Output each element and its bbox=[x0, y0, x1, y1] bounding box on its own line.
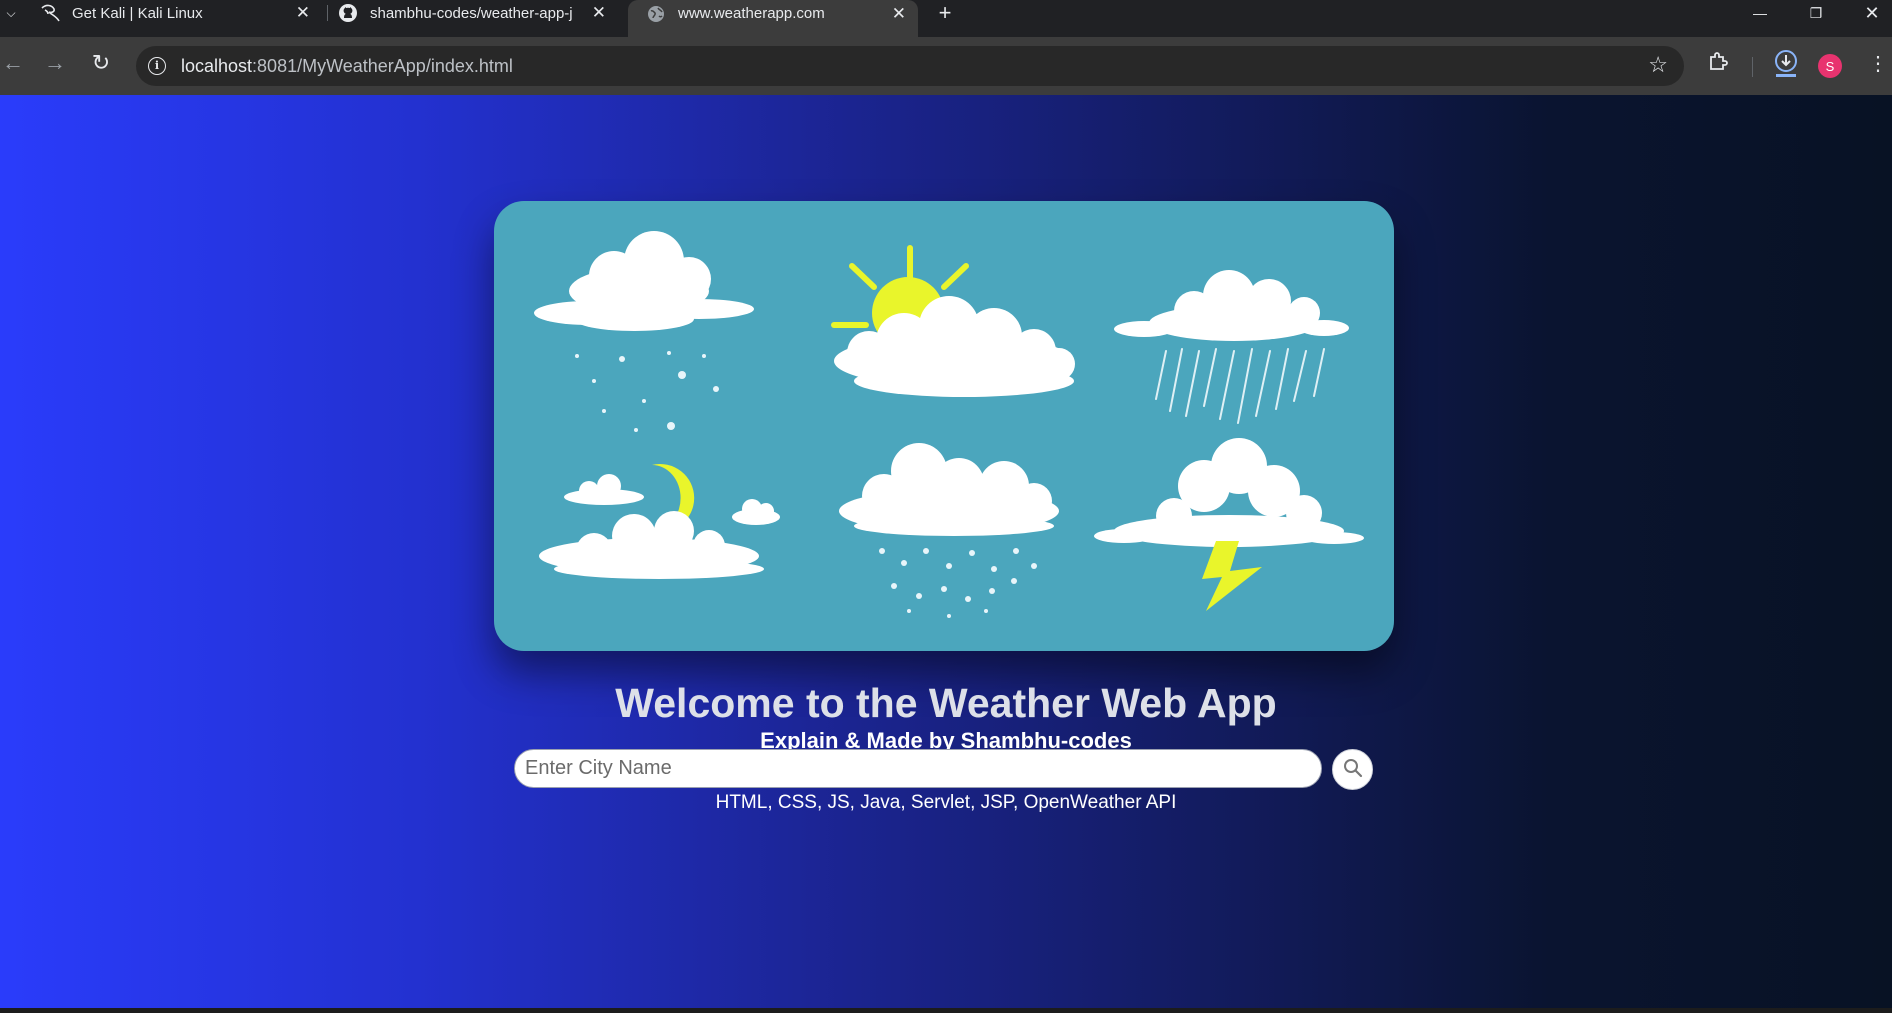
toolbar-divider bbox=[1752, 57, 1753, 77]
cloud-rain-icon bbox=[1114, 270, 1349, 424]
site-info-icon[interactable]: i bbox=[148, 57, 166, 75]
weather-hero-image bbox=[494, 201, 1394, 651]
close-icon[interactable]: ✕ bbox=[592, 3, 606, 23]
close-icon[interactable]: ✕ bbox=[296, 3, 310, 23]
close-icon[interactable]: ✕ bbox=[892, 4, 906, 24]
cloud-lightning-icon bbox=[1094, 438, 1364, 611]
tab-title: shambhu-codes/weather-app-j bbox=[370, 4, 573, 22]
bookmark-star-icon[interactable]: ☆ bbox=[1648, 52, 1668, 78]
window-close-icon[interactable]: ✕ bbox=[1850, 0, 1892, 26]
forward-arrow-icon[interactable]: → bbox=[40, 48, 70, 78]
extensions-puzzle-icon[interactable] bbox=[1707, 51, 1729, 79]
browser-toolbar: ← → ↻ i localhost:8081/MyWeatherApp/inde… bbox=[0, 37, 1892, 95]
minimize-icon[interactable]: — bbox=[1738, 0, 1782, 26]
more-menu-icon[interactable]: ⋮ bbox=[1868, 51, 1888, 76]
globe-icon bbox=[646, 4, 666, 24]
download-icon[interactable] bbox=[1773, 48, 1799, 84]
kali-dragon-icon bbox=[40, 3, 60, 23]
taskbar-edge bbox=[0, 1008, 1892, 1013]
tab-title: Get Kali | Kali Linux bbox=[72, 4, 203, 22]
cloud-drizzle-icon bbox=[839, 443, 1059, 618]
url-host: localhost bbox=[181, 56, 253, 76]
tab-github[interactable]: shambhu-codes/weather-app-j ✕ bbox=[320, 0, 618, 26]
tab-title: www.weatherapp.com bbox=[678, 5, 825, 22]
sun-cloud-icon bbox=[831, 245, 1075, 397]
intro-section: Welcome to the Weather Web App Explain &… bbox=[0, 680, 1892, 815]
welcome-title: Welcome to the Weather Web App bbox=[615, 680, 1277, 726]
moon-cloud-icon bbox=[539, 463, 780, 579]
restore-icon[interactable]: ❐ bbox=[1794, 0, 1838, 26]
page-background: Welcome to the Weather Web App Explain &… bbox=[0, 95, 1892, 1008]
profile-avatar[interactable]: S bbox=[1818, 54, 1842, 78]
tab-strip: ⌵ Get Kali | Kali Linux ✕ shambhu-codes/… bbox=[0, 0, 1892, 37]
address-url[interactable]: localhost:8081/MyWeatherApp/index.html bbox=[181, 56, 513, 77]
url-path: :8081/MyWeatherApp/index.html bbox=[252, 56, 513, 76]
tab-weatherapp[interactable]: www.weatherapp.com ✕ bbox=[628, 0, 918, 37]
technologies-list: HTML, CSS, JS, Java, Servlet, JSP, OpenW… bbox=[715, 792, 1177, 813]
back-arrow-icon[interactable]: ← bbox=[0, 48, 28, 78]
tab-search-chevron-icon[interactable]: ⌵ bbox=[0, 0, 22, 26]
search-icon bbox=[1343, 758, 1363, 781]
cloud-snow-icon bbox=[534, 231, 754, 432]
search-button[interactable] bbox=[1332, 749, 1373, 790]
address-bar[interactable]: i localhost:8081/MyWeatherApp/index.html… bbox=[136, 46, 1684, 86]
tab-kali[interactable]: Get Kali | Kali Linux ✕ bbox=[22, 0, 322, 26]
github-icon bbox=[338, 3, 358, 23]
new-tab-plus-icon[interactable]: + bbox=[930, 0, 960, 26]
city-search-input[interactable] bbox=[514, 749, 1322, 788]
reload-icon[interactable]: ↻ bbox=[86, 48, 116, 78]
